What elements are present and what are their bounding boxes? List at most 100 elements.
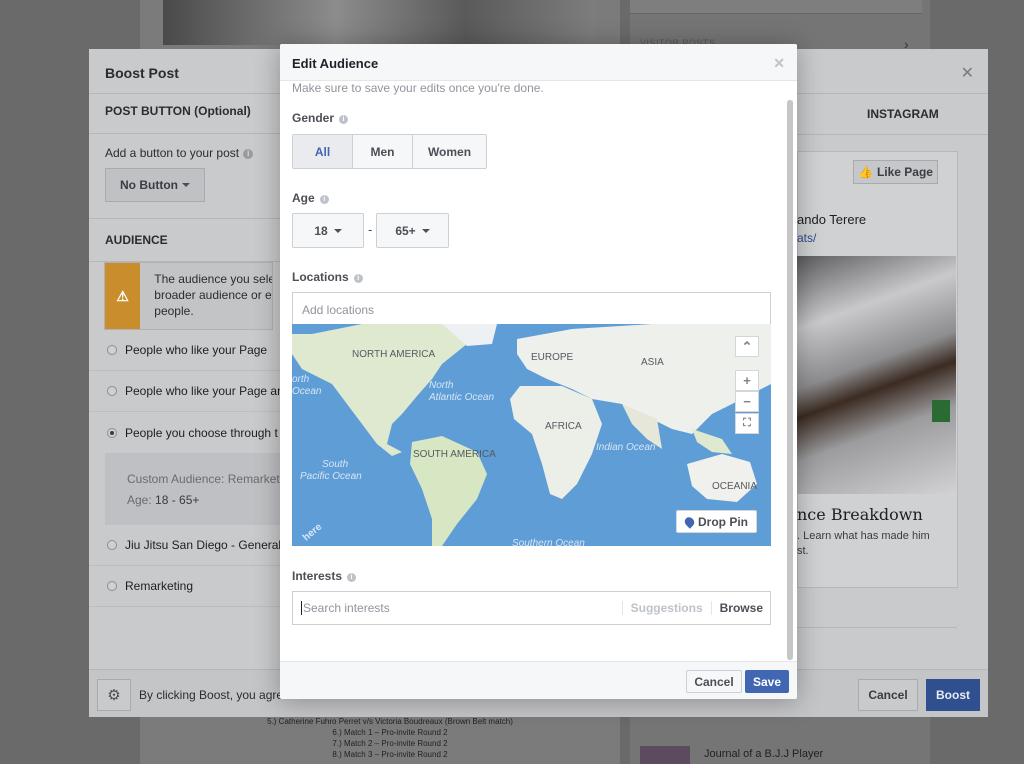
modal-footer: Cancel Save [280,661,797,699]
audience-option[interactable]: Jiu Jitsu San Diego - General [89,525,289,566]
radio-button[interactable] [107,581,117,591]
custom-audience-label: Custom Audience: Remarketin [127,472,289,486]
close-icon[interactable]: ✕ [961,63,974,83]
gear-icon[interactable]: ⚙ [97,679,131,711]
cancel-button[interactable]: Cancel [686,670,742,693]
add-button-label: Add a button to your post [105,146,240,160]
post-line: 5.) Catherine Fuhro Perret v/s Victoria … [267,717,513,726]
gender-women-button[interactable]: Women [413,135,486,168]
radio-button[interactable] [107,345,117,355]
gender-label: Gender [292,111,335,125]
modal-body: Make sure to save your edits once you're… [280,81,785,661]
no-button-dropdown[interactable]: No Button [105,168,205,202]
post-line: 7.) Match 2 – Pro-invite Round 2 [332,739,448,748]
map-ocean-label: South [322,459,349,470]
flag-patch [932,400,950,422]
age-min-dropdown[interactable]: 18 [292,213,364,248]
browse-button[interactable]: Browse [710,601,770,615]
warning-line: The audience you selec [154,272,272,286]
journal-title: Journal of a B.J.J Player [704,748,824,760]
map-ocean-label: Indian Ocean [596,442,656,453]
info-icon: i [339,115,349,124]
post-button-heading: POST BUTTON (Optional) [89,94,289,134]
boost-terms-text: By clicking Boost, you agre [139,688,284,702]
radio-button[interactable] [107,540,117,550]
post-line: 8.) Match 3 – Pro-invite Round 2 [332,750,448,759]
audience-option[interactable]: People who like your Page an [89,371,289,412]
map-label: AFRICA [545,421,582,432]
caret-down-icon [421,228,430,233]
boost-cancel-button[interactable]: Cancel [858,679,918,711]
preview-page-name: ando Terere [797,212,867,227]
locations-input[interactable]: Add locations [292,292,771,325]
interests-field: Search interests Suggestions Browse [292,591,771,625]
map-label: SOUTH AMERICA [413,449,496,460]
edit-audience-modal: Edit Audience ✕ Make sure to save your e… [280,44,797,699]
background-post-photo [163,0,595,45]
map-label: OCEANIA [712,481,757,492]
custom-audience-summary: Custom Audience: Remarketin Age: 18 - 65… [105,453,289,525]
location-map[interactable]: NORTH AMERICA EUROPE ASIA AFRICA SOUTH A… [292,324,771,546]
age-separator: - [368,222,373,237]
audience-option[interactable]: People who like your Page [89,330,289,371]
audience-option[interactable]: Remarketing [89,566,289,607]
map-label: ASIA [641,357,664,368]
map-collapse-button[interactable]: ⌃ [735,336,759,357]
warning-text: The audience you selec broader audience … [140,263,272,329]
boost-left-panel: POST BUTTON (Optional) Add a button to y… [89,94,289,674]
audience-option-label: People you choose through t [125,425,278,440]
tab-instagram[interactable]: INSTAGRAM [867,107,939,121]
save-button[interactable]: Save [745,670,789,693]
zoom-in-button[interactable]: + [735,370,759,391]
save-hint: Make sure to save your edits once you're… [292,81,544,95]
map-ocean-label: Southern Ocean [512,538,585,546]
no-button-label: No Button [120,178,178,192]
info-icon: i [319,195,329,204]
radio-button-selected[interactable] [107,427,117,438]
radio-button[interactable] [107,386,117,396]
map-label: EUROPE [531,352,574,363]
age-min-value: 18 [314,223,328,238]
warning-icon: ⚠ [105,263,141,329]
add-button-row: Add a button to your post i [89,134,289,168]
warning-line: broader audience or edi [154,288,272,302]
background-card [630,0,922,14]
age-label: Age [292,191,315,205]
gender-men-button[interactable]: Men [353,135,413,168]
age-max-dropdown[interactable]: 65+ [376,213,449,248]
zoom-out-button[interactable]: − [735,391,759,412]
modal-title: Edit Audience [292,56,379,71]
like-page-button[interactable]: 👍 Like Page [853,160,938,184]
suggestions-button[interactable]: Suggestions [621,601,711,615]
drop-pin-label: Drop Pin [698,514,748,529]
preview-photo [797,256,956,494]
audience-option-label: People who like your Page an [125,384,284,398]
age-label-row: Age i [292,191,329,205]
audience-option[interactable]: People you choose through t [89,412,289,453]
recenter-icon[interactable]: ⛶ [735,413,759,434]
gender-all-button[interactable]: All [293,135,353,168]
age-max-value: 65+ [395,223,416,238]
divider [797,134,988,135]
preview-description: . Learn what has made him st. [797,529,930,559]
map-ocean-label: Pacific Ocean [300,471,362,482]
pin-icon [682,514,697,529]
age-summary: Age: 18 - 65+ [127,490,289,511]
locations-label-row: Locations i [292,270,363,284]
interests-label-row: Interests i [292,569,357,583]
drop-pin-button[interactable]: Drop Pin [676,510,757,533]
audience-option-label: People who like your Page [125,343,268,357]
locations-label: Locations [292,270,349,284]
map-ocean-label: Ocean [292,386,322,397]
info-icon: i [347,573,357,582]
gender-selector: All Men Women [292,134,487,169]
preview-headline: nce Breakdown [797,505,923,524]
info-icon: i [353,274,363,283]
background-post-text: 5.) Catherine Fuhro Perret v/s Victoria … [240,716,540,760]
modal-header: Edit Audience ✕ [280,44,797,81]
boost-button[interactable]: Boost [926,679,980,711]
close-icon[interactable]: ✕ [773,55,785,72]
preview-link[interactable]: ats/ [797,231,816,245]
scrollbar[interactable] [787,100,793,660]
search-interests-input[interactable]: Search interests [301,601,622,615]
